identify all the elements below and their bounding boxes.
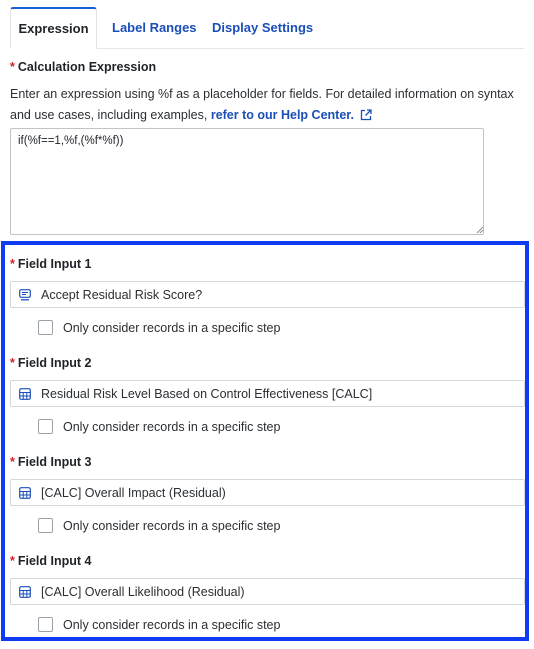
resize-handle-icon[interactable] <box>476 226 484 234</box>
tab-label-ranges[interactable]: Label Ranges <box>112 7 197 48</box>
field-input-1-value: Accept Residual Risk Score? <box>41 288 203 302</box>
tab-expression[interactable]: Expression <box>10 7 97 49</box>
required-mark: * <box>10 356 15 370</box>
tab-bar: Expression Label Ranges Display Settings <box>10 7 524 49</box>
calculator-icon <box>19 586 31 598</box>
field-input-3-label-text: Field Input 3 <box>17 455 92 469</box>
field-input-2-value: Residual Risk Level Based on Control Eff… <box>41 387 373 401</box>
required-mark: * <box>10 554 15 568</box>
field-input-2-checkbox-label: Only consider records in a specific step <box>63 420 281 434</box>
list-field-icon <box>19 289 31 301</box>
field-input-1-select[interactable]: Accept Residual Risk Score? <box>10 281 525 308</box>
help-center-link[interactable]: refer to our Help Center. <box>211 108 354 122</box>
expression-textarea[interactable]: if(%f==1,%f,(%f*%f)) <box>10 128 484 235</box>
field-input-2-label-text: Field Input 2 <box>17 356 92 370</box>
field-input-2-label: * Field Input 2 <box>10 356 91 370</box>
field-input-3-checkbox[interactable] <box>38 518 53 533</box>
field-input-3-label: * Field Input 3 <box>10 455 91 469</box>
field-input-4-checkbox-label: Only consider records in a specific step <box>63 618 281 632</box>
help-text: Enter an expression using %f as a placeh… <box>10 84 520 126</box>
field-input-3-select[interactable]: [CALC] Overall Impact (Residual) <box>10 479 525 506</box>
field-input-4-value: [CALC] Overall Likelihood (Residual) <box>41 585 245 599</box>
field-input-3-value: [CALC] Overall Impact (Residual) <box>41 486 226 500</box>
tab-display-settings[interactable]: Display Settings <box>212 7 313 48</box>
field-input-4-label-text: Field Input 4 <box>17 554 92 568</box>
field-input-1-label: * Field Input 1 <box>10 257 91 271</box>
field-input-4-label: * Field Input 4 <box>10 554 91 568</box>
field-input-4-checkbox[interactable] <box>38 617 53 632</box>
calculation-expression-text: Calculation Expression <box>17 60 157 74</box>
required-mark: * <box>10 257 15 271</box>
field-input-3-checkbox-label: Only consider records in a specific step <box>63 519 281 533</box>
field-input-4-select[interactable]: [CALC] Overall Likelihood (Residual) <box>10 578 525 605</box>
field-input-1-label-text: Field Input 1 <box>17 257 92 271</box>
field-input-2-select[interactable]: Residual Risk Level Based on Control Eff… <box>10 380 525 407</box>
field-input-1-checkbox[interactable] <box>38 320 53 335</box>
calculator-icon <box>19 388 31 400</box>
field-input-2-checkbox[interactable] <box>38 419 53 434</box>
required-mark: * <box>10 60 15 74</box>
external-link-icon[interactable] <box>360 109 372 121</box>
field-input-1-checkbox-label: Only consider records in a specific step <box>63 321 281 335</box>
calculator-icon <box>19 487 31 499</box>
required-mark: * <box>10 455 15 469</box>
calculation-expression-label: * Calculation Expression <box>10 60 156 74</box>
